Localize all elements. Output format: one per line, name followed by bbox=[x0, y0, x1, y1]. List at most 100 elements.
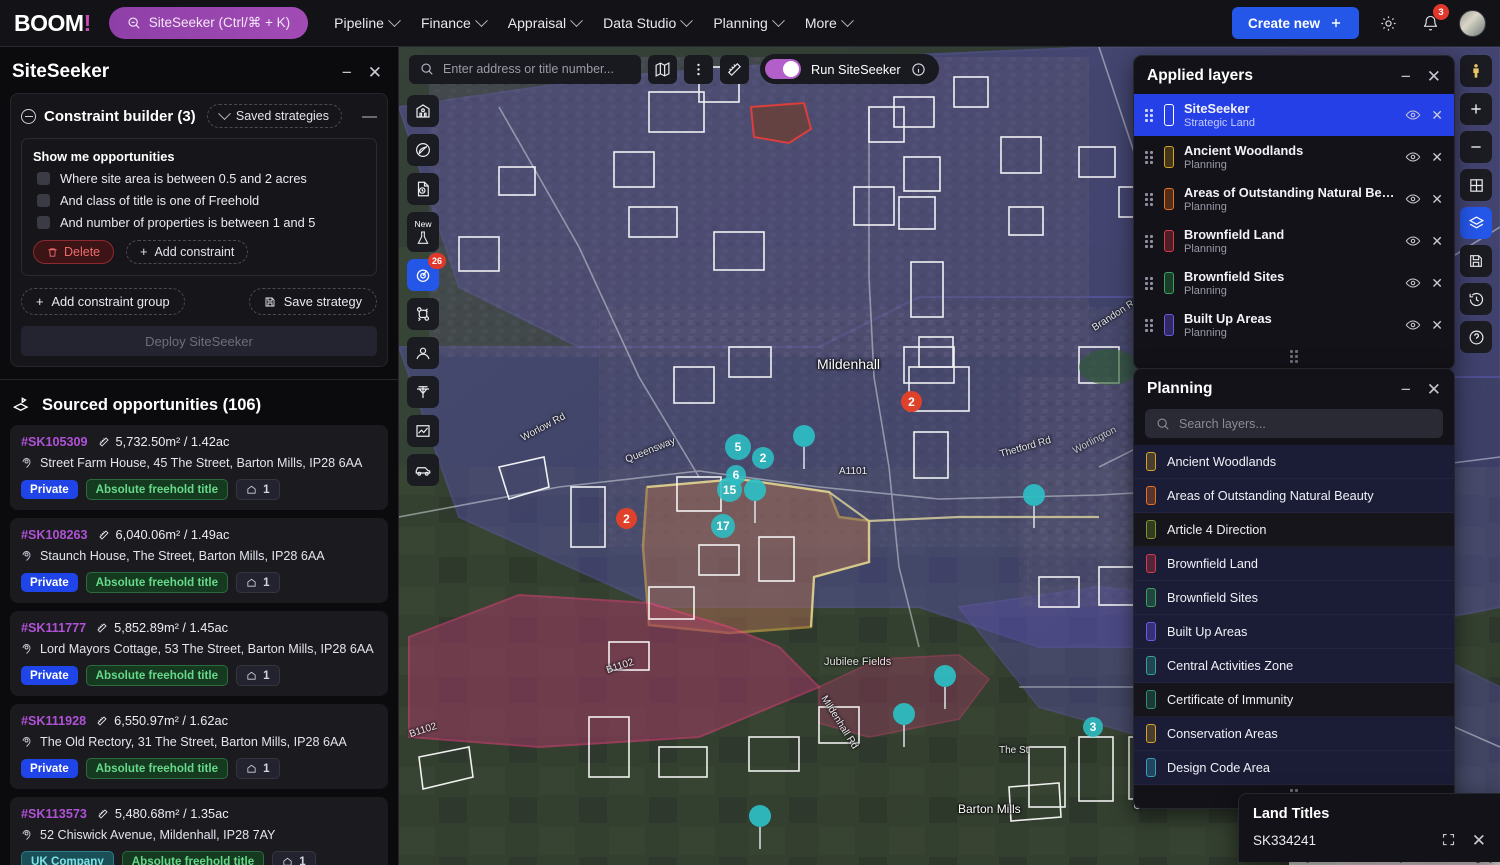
constraint-row[interactable]: And class of title is one of Freehold bbox=[37, 193, 365, 208]
person-location-icon[interactable] bbox=[407, 337, 439, 369]
planning-layer-article-4[interactable]: Article 4 Direction bbox=[1134, 513, 1454, 547]
layer-row-ancient-woodlands[interactable]: Ancient Woodlands Planning ✕ bbox=[1134, 136, 1454, 178]
nav-item-data-studio[interactable]: Data Studio bbox=[603, 15, 691, 31]
layers-icon[interactable] bbox=[1460, 207, 1492, 239]
minimize-icon[interactable]: − bbox=[1401, 68, 1411, 85]
global-search-button[interactable]: SiteSeeker (Ctrl/⌘ + K) bbox=[109, 7, 308, 39]
planning-layer-central-activities-zone[interactable]: Central Activities Zone bbox=[1134, 649, 1454, 683]
remove-layer-icon[interactable]: ✕ bbox=[1431, 233, 1443, 250]
map-cluster[interactable]: 5 bbox=[725, 434, 751, 460]
layer-row-aonb[interactable]: Areas of Outstanding Natural Beauty Plan… bbox=[1134, 178, 1454, 220]
chart-icon[interactable] bbox=[407, 415, 439, 447]
save-icon[interactable] bbox=[1460, 245, 1492, 277]
pylon-icon[interactable] bbox=[407, 376, 439, 408]
delete-constraint-button[interactable]: Delete bbox=[33, 240, 114, 264]
eye-icon[interactable] bbox=[1405, 149, 1421, 165]
map-cluster[interactable]: 2 bbox=[752, 447, 774, 469]
map-cluster[interactable]: 2 bbox=[616, 508, 637, 529]
planning-layer-conservation-areas[interactable]: Conservation Areas bbox=[1134, 717, 1454, 751]
add-constraint-group-button[interactable]: + Add constraint group bbox=[21, 288, 185, 315]
map-pin[interactable] bbox=[744, 479, 766, 523]
user-avatar[interactable] bbox=[1459, 10, 1486, 37]
constraint-checkbox[interactable] bbox=[37, 216, 50, 229]
list-item[interactable]: #SK105309 5,732.50m² / 1.42ac Street Far… bbox=[10, 425, 388, 510]
panel-resize-handle[interactable] bbox=[1134, 346, 1454, 369]
run-siteseeker-toggle[interactable] bbox=[765, 59, 801, 79]
map-cluster[interactable]: 3 bbox=[1083, 717, 1103, 737]
eye-icon[interactable] bbox=[1405, 191, 1421, 207]
list-item[interactable]: #SK111928 6,550.97m² / 1.62ac The Old Re… bbox=[10, 704, 388, 789]
document-history-icon[interactable] bbox=[407, 173, 439, 205]
map-cluster[interactable]: 2 bbox=[901, 391, 922, 412]
drag-handle-icon[interactable] bbox=[1145, 109, 1154, 121]
remove-layer-icon[interactable]: ✕ bbox=[1431, 275, 1443, 292]
measure-tool-button[interactable] bbox=[720, 55, 749, 84]
layer-row-built-up-areas[interactable]: Built Up Areas Planning ✕ bbox=[1134, 304, 1454, 346]
remove-layer-icon[interactable]: ✕ bbox=[1431, 317, 1443, 334]
info-icon[interactable] bbox=[911, 62, 926, 77]
minimize-icon[interactable]: − bbox=[342, 64, 352, 81]
drag-handle-icon[interactable] bbox=[1145, 277, 1154, 289]
planning-layer-built-up-areas[interactable]: Built Up Areas bbox=[1134, 615, 1454, 649]
list-item[interactable]: #SK108263 6,040.06m² / 1.49ac Staunch Ho… bbox=[10, 518, 388, 603]
leaf-icon[interactable] bbox=[407, 134, 439, 166]
drag-handle-icon[interactable] bbox=[1145, 235, 1154, 247]
close-icon[interactable]: ✕ bbox=[1427, 68, 1441, 85]
close-icon[interactable]: ✕ bbox=[1472, 832, 1486, 849]
close-icon[interactable]: ✕ bbox=[1427, 381, 1441, 398]
basemap-button[interactable] bbox=[648, 55, 677, 84]
remove-layer-icon[interactable]: ✕ bbox=[1431, 149, 1443, 166]
map-cluster[interactable]: 15 bbox=[717, 477, 742, 502]
map-pin[interactable] bbox=[934, 665, 956, 709]
eye-icon[interactable] bbox=[1405, 233, 1421, 249]
map-more-menu-button[interactable] bbox=[684, 55, 713, 84]
network-icon[interactable] bbox=[407, 298, 439, 330]
close-icon[interactable]: ✕ bbox=[368, 64, 382, 81]
constraint-row[interactable]: Where site area is between 0.5 and 2 acr… bbox=[37, 171, 365, 186]
constraint-collapse-button[interactable]: — bbox=[362, 108, 377, 125]
layer-row-brownfield-sites[interactable]: Brownfield Sites Planning ✕ bbox=[1134, 262, 1454, 304]
target-icon[interactable]: 26 bbox=[407, 259, 439, 291]
drag-handle-icon[interactable] bbox=[1145, 151, 1154, 163]
flask-icon[interactable]: New bbox=[407, 212, 439, 252]
eye-icon[interactable] bbox=[1405, 107, 1421, 123]
layer-row-brownfield-land[interactable]: Brownfield Land Planning ✕ bbox=[1134, 220, 1454, 262]
map-pin[interactable] bbox=[1023, 484, 1045, 528]
planning-layer-brownfield-land[interactable]: Brownfield Land bbox=[1134, 547, 1454, 581]
constraint-row[interactable]: And number of properties is between 1 an… bbox=[37, 215, 365, 230]
planning-layer-design-code-area[interactable]: Design Code Area bbox=[1134, 751, 1454, 785]
land-title-row[interactable]: SK334241 ✕ bbox=[1239, 822, 1500, 862]
save-strategy-button[interactable]: Save strategy bbox=[249, 288, 377, 315]
layer-row-siteseeker[interactable]: SiteSeeker Strategic Land ✕ bbox=[1134, 94, 1454, 136]
building-icon[interactable] bbox=[407, 95, 439, 127]
nav-item-pipeline[interactable]: Pipeline bbox=[334, 15, 399, 31]
saved-strategies-button[interactable]: Saved strategies bbox=[207, 104, 342, 128]
map-pin[interactable] bbox=[749, 805, 771, 849]
planning-layer-ancient-woodlands[interactable]: Ancient Woodlands bbox=[1134, 445, 1454, 479]
planning-layer-brownfield-sites[interactable]: Brownfield Sites bbox=[1134, 581, 1454, 615]
nav-item-planning[interactable]: Planning bbox=[713, 15, 783, 31]
expand-icon[interactable] bbox=[1441, 832, 1456, 849]
list-item[interactable]: #SK111777 5,852.89m² / 1.45ac Lord Mayor… bbox=[10, 611, 388, 696]
street-view-icon[interactable] bbox=[1460, 55, 1492, 87]
list-item[interactable]: #SK113573 5,480.68m² / 1.35ac 52 Chiswic… bbox=[10, 797, 388, 865]
nav-item-finance[interactable]: Finance bbox=[421, 15, 486, 31]
remove-layer-icon[interactable]: ✕ bbox=[1431, 107, 1443, 124]
zoom-in-icon[interactable] bbox=[1460, 93, 1492, 125]
car-icon[interactable] bbox=[407, 454, 439, 486]
history-icon[interactable] bbox=[1460, 283, 1492, 315]
opportunity-list[interactable]: #SK105309 5,732.50m² / 1.42ac Street Far… bbox=[0, 425, 398, 865]
map-cluster[interactable]: 17 bbox=[711, 514, 735, 538]
drag-handle-icon[interactable] bbox=[1145, 193, 1154, 205]
eye-icon[interactable] bbox=[1405, 275, 1421, 291]
map-pin[interactable] bbox=[793, 425, 815, 469]
constraint-checkbox[interactable] bbox=[37, 194, 50, 207]
zoom-out-icon[interactable] bbox=[1460, 131, 1492, 163]
constraint-checkbox[interactable] bbox=[37, 172, 50, 185]
collapse-circle-icon[interactable] bbox=[21, 109, 36, 124]
deploy-siteseeker-button[interactable]: Deploy SiteSeeker bbox=[21, 326, 377, 356]
planning-layer-aonb[interactable]: Areas of Outstanding Natural Beauty bbox=[1134, 479, 1454, 513]
add-constraint-button[interactable]: + Add constraint bbox=[126, 240, 248, 264]
planning-layer-certificate-of-immunity[interactable]: Certificate of Immunity bbox=[1134, 683, 1454, 717]
map-pin[interactable] bbox=[893, 703, 915, 747]
